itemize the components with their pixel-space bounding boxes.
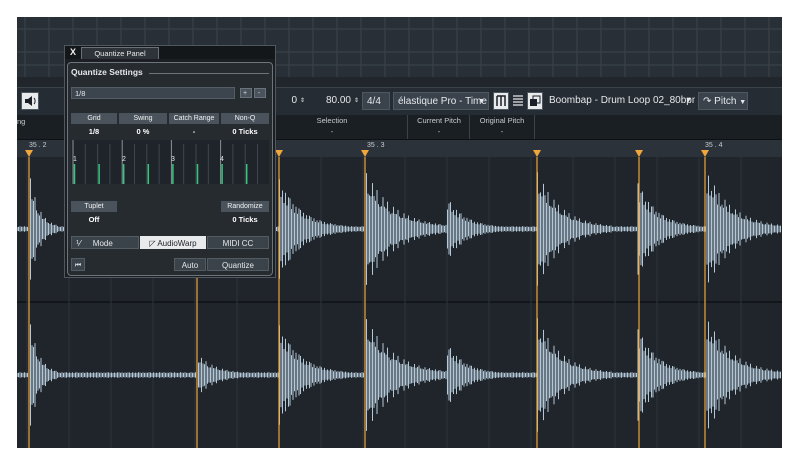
current-pitch-value: - bbox=[437, 127, 441, 136]
section-divider bbox=[149, 73, 269, 74]
catch-range-label: Catch Range bbox=[169, 113, 219, 124]
reset-button[interactable]: ⏮ bbox=[71, 258, 85, 271]
mode-button[interactable]: ⅟ Mode bbox=[71, 236, 139, 249]
warp-tab-icon[interactable] bbox=[25, 150, 33, 157]
pitch-label: Pitch bbox=[714, 96, 737, 107]
save-preset-icon: + bbox=[243, 90, 248, 97]
nudge-stepper[interactable]: ⇕ bbox=[300, 92, 308, 110]
algorithm-value: élastique Pro - Time bbox=[398, 96, 487, 107]
list-icon bbox=[513, 95, 523, 106]
signature-field[interactable]: 4/4 bbox=[362, 92, 390, 110]
audiowarp-label: AudioWarp bbox=[157, 239, 197, 248]
close-icon[interactable]: X bbox=[68, 46, 78, 59]
ruler-mark-1: 35 . 2 bbox=[29, 142, 47, 149]
chevron-down-icon: ▼ bbox=[685, 97, 692, 104]
quantize-panel-tab[interactable]: Quantize Panel bbox=[81, 47, 159, 59]
sample-stack-icon bbox=[530, 95, 541, 106]
sample-icon-button[interactable] bbox=[527, 92, 543, 110]
ruler-mark-3: 35 . 4 bbox=[705, 142, 723, 149]
ruler-mark-2: 35 . 3 bbox=[367, 142, 385, 149]
original-pitch-value: - bbox=[500, 127, 504, 136]
grid-beat-3: 3 bbox=[171, 156, 175, 163]
clip-select[interactable]: Boombap - Drum Loop 02_80bpm ▼ bbox=[545, 92, 695, 110]
audiowarp-button[interactable]: ◸ AudioWarp bbox=[140, 236, 206, 249]
quantize-panel: X Quantize Panel Quantize Settings 1/8 +… bbox=[64, 45, 276, 278]
audition-speaker-button[interactable] bbox=[21, 92, 39, 110]
info-left-partial: ng bbox=[17, 117, 26, 126]
pitch-arrow-icon: ↷ bbox=[703, 96, 712, 107]
grid-beat-4: 4 bbox=[220, 156, 224, 163]
tuplet-label: Tuplet bbox=[71, 201, 117, 212]
quantize-grid-display[interactable]: 1 2 3 4 bbox=[71, 140, 269, 184]
rewind-icon: ⏮ bbox=[74, 262, 82, 269]
non-q-value[interactable]: 0 Ticks bbox=[221, 126, 269, 137]
tempo-stepper[interactable]: ⇕ bbox=[354, 92, 362, 110]
preset-value: 1/8 bbox=[75, 89, 86, 98]
tempo-field[interactable]: 80.00 bbox=[315, 92, 355, 110]
quantize-settings-group: Quantize Settings 1/8 + - Grid Swing Cat… bbox=[67, 62, 273, 276]
midi-cc-button[interactable]: MIDI CC bbox=[207, 236, 269, 249]
remove-preset-icon: - bbox=[258, 90, 261, 97]
current-pitch-label: Current Pitch bbox=[417, 116, 461, 125]
catch-range-value[interactable]: - bbox=[169, 126, 219, 137]
warp-tab-icon[interactable] bbox=[701, 150, 709, 157]
clip-name: Boombap - Drum Loop 02_80bpm bbox=[549, 95, 695, 106]
original-pitch-column: Original Pitch - bbox=[469, 115, 535, 139]
current-pitch-column: Current Pitch - bbox=[407, 115, 470, 139]
quantize-settings-title: Quantize Settings bbox=[71, 67, 143, 77]
chevron-down-icon: ▼ bbox=[739, 99, 747, 106]
warp-tab-icon[interactable] bbox=[361, 150, 369, 157]
selection-column: Selection - bbox=[257, 115, 407, 139]
selection-label: Selection bbox=[316, 116, 348, 125]
mode-label: Mode bbox=[92, 239, 113, 248]
auto-button[interactable]: Auto bbox=[174, 258, 206, 271]
chevron-down-icon: ▼ bbox=[478, 98, 485, 105]
preset-remove-button[interactable]: - bbox=[254, 88, 266, 98]
warp-tab-icon[interactable] bbox=[533, 150, 541, 157]
list-toggle-button[interactable] bbox=[511, 92, 525, 110]
grid-beat-1: 1 bbox=[73, 156, 77, 163]
selection-value: - bbox=[330, 127, 334, 136]
pitch-button[interactable]: ↷ Pitch ▼ bbox=[698, 92, 748, 110]
randomize-value[interactable]: 0 Ticks bbox=[221, 214, 269, 225]
grid-beat-2: 2 bbox=[122, 156, 126, 163]
warp-tab-icon[interactable] bbox=[275, 150, 283, 157]
quantize-mode-icon: ⅟ bbox=[76, 239, 81, 248]
preset-save-button[interactable]: + bbox=[240, 88, 252, 98]
randomize-label: Randomize bbox=[221, 201, 269, 212]
sample-editor-window: 0 ⇕ 80.00 ⇕ 4/4 élastique Pro - Time ▼ B… bbox=[17, 17, 782, 448]
preset-select[interactable]: 1/8 bbox=[71, 87, 235, 99]
grid-label: Grid bbox=[71, 113, 117, 124]
quantize-grid-lines bbox=[72, 140, 258, 184]
musical-mode-icon bbox=[496, 95, 506, 106]
quantize-button[interactable]: Quantize bbox=[207, 258, 269, 271]
swing-label: Swing bbox=[119, 113, 167, 124]
algorithm-select[interactable]: élastique Pro - Time ▼ bbox=[393, 92, 489, 110]
musical-mode-button[interactable] bbox=[493, 92, 509, 110]
non-q-label: Non-Q bbox=[221, 113, 269, 124]
warp-tab-icon[interactable] bbox=[635, 150, 643, 157]
original-pitch-label: Original Pitch bbox=[479, 116, 525, 125]
swing-value[interactable]: 0 % bbox=[119, 126, 167, 137]
grid-value[interactable]: 1/8 bbox=[71, 126, 117, 137]
tuplet-value[interactable]: Off bbox=[71, 214, 117, 225]
nudge-field[interactable]: 0 bbox=[287, 92, 301, 110]
quantize-panel-titlebar[interactable]: X Quantize Panel bbox=[65, 46, 275, 59]
speaker-icon bbox=[25, 96, 36, 106]
audiowarp-icon: ◸ bbox=[149, 239, 156, 248]
